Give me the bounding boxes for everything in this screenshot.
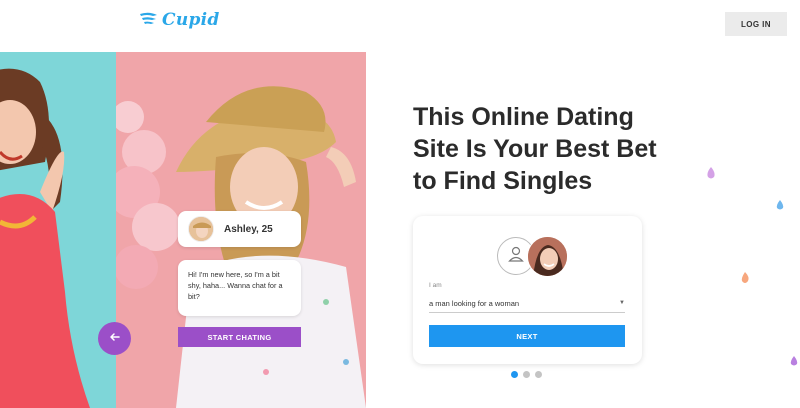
headline-line-2: Site Is Your Best Bet bbox=[413, 135, 657, 163]
logo[interactable]: Cupid bbox=[139, 10, 220, 30]
avatar bbox=[188, 216, 214, 242]
field-label: I am bbox=[429, 282, 442, 289]
decor-drop-icon bbox=[707, 167, 715, 179]
pagination-dots bbox=[511, 371, 542, 378]
login-button[interactable]: LOG IN bbox=[725, 12, 787, 36]
decor-flame-icon bbox=[741, 272, 749, 283]
match-avatar bbox=[527, 236, 568, 277]
signup-form-card: I am a man looking for a woman ▼ NEXT bbox=[413, 216, 642, 364]
decor-drop-icon bbox=[776, 200, 784, 210]
chat-bubble: Hi! I'm new here, so I'm a bit shy, haha… bbox=[178, 260, 301, 316]
decor-drop-icon bbox=[790, 356, 798, 366]
gender-preference-select[interactable]: a man looking for a woman ▼ bbox=[429, 294, 625, 313]
pagination-dot-1[interactable] bbox=[511, 371, 518, 378]
pagination-dot-2[interactable] bbox=[523, 371, 530, 378]
pagination-dot-3[interactable] bbox=[535, 371, 542, 378]
wing-icon bbox=[139, 11, 159, 30]
hero-panel-left bbox=[0, 52, 116, 408]
headline-line-1: This Online Dating bbox=[413, 103, 634, 131]
page: Cupid LOG IN Ashley, 25 Hi! I'm new here… bbox=[0, 0, 800, 408]
select-value: a man looking for a woman bbox=[429, 298, 520, 308]
start-chatting-button[interactable]: START CHATING bbox=[178, 327, 301, 347]
user-icon bbox=[507, 245, 525, 268]
profile-card: Ashley, 25 bbox=[178, 211, 301, 247]
profile-name: Ashley, 25 bbox=[224, 223, 273, 235]
headline-line-3: to Find Singles bbox=[413, 167, 593, 195]
caret-down-icon: ▼ bbox=[619, 300, 625, 306]
logo-text: Cupid bbox=[162, 10, 220, 30]
previous-slide-button[interactable] bbox=[98, 322, 131, 355]
arrow-left-icon bbox=[109, 331, 121, 346]
chat-message: Hi! I'm new here, so I'm a bit shy, haha… bbox=[188, 270, 283, 301]
next-button[interactable]: NEXT bbox=[429, 325, 625, 347]
woman-red-dress-illustration bbox=[0, 68, 90, 408]
page-title: This Online Dating Site Is Your Best Bet… bbox=[413, 101, 693, 197]
